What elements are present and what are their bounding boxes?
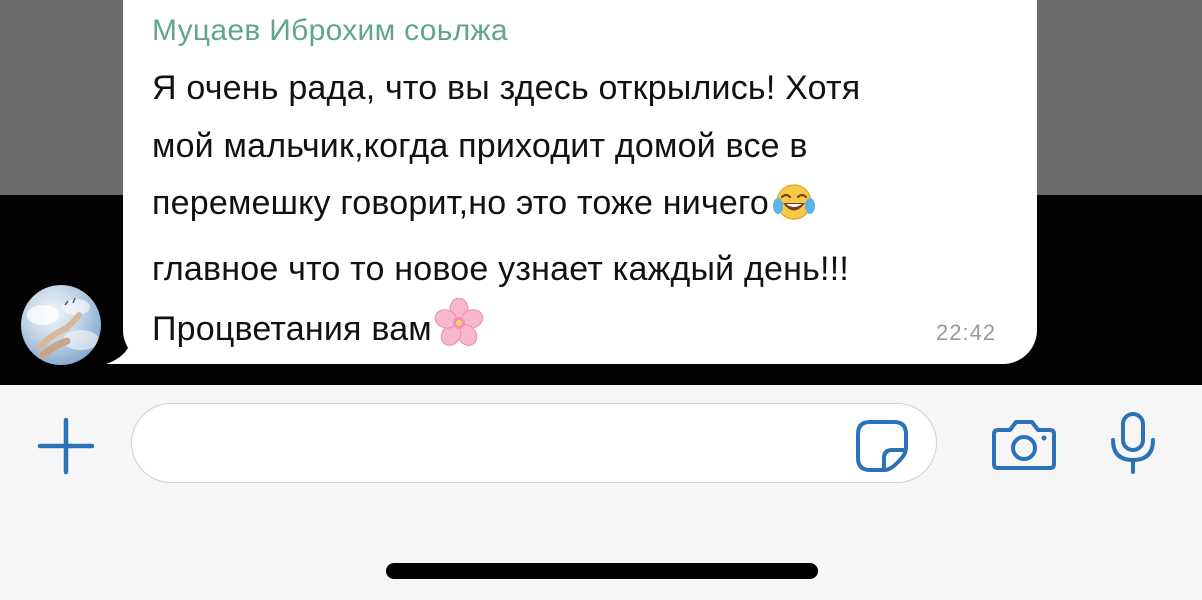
sticker-icon <box>856 420 908 472</box>
message-line: Процветания вам <box>152 297 1012 367</box>
message-line: мой мальчик,когда приходит домой все в <box>152 126 808 165</box>
message-line: перемешку говорит,но это тоже ничего <box>152 175 1012 241</box>
microphone-button[interactable] <box>1106 410 1160 476</box>
message-text: Я очень рада, что вы здесь открылись! Хо… <box>152 60 1012 367</box>
sender-name[interactable]: Муцаев Иброхим соьлжа <box>152 14 508 48</box>
sticker-button[interactable] <box>854 418 910 474</box>
avatar[interactable] <box>21 285 101 365</box>
face-with-tears-of-joy-icon <box>771 182 817 241</box>
message-input[interactable] <box>131 403 937 483</box>
camera-icon <box>992 420 1056 470</box>
message-line-text: перемешку говорит,но это тоже ничего <box>152 184 769 222</box>
message-timestamp: 22:42 <box>936 320 997 345</box>
camera-button[interactable] <box>990 416 1058 472</box>
attach-button[interactable] <box>34 414 98 478</box>
microphone-icon <box>1111 412 1155 474</box>
home-indicator[interactable] <box>386 563 818 579</box>
message-line: главное что то новое узнает каждый день!… <box>152 249 849 288</box>
cherry-blossom-icon <box>434 297 484 367</box>
plus-icon <box>37 417 95 475</box>
avatar-image <box>27 297 99 359</box>
message-line: Я очень рада, что вы здесь открылись! Хо… <box>152 69 861 107</box>
message-line-text: Процветания вам <box>152 310 432 348</box>
